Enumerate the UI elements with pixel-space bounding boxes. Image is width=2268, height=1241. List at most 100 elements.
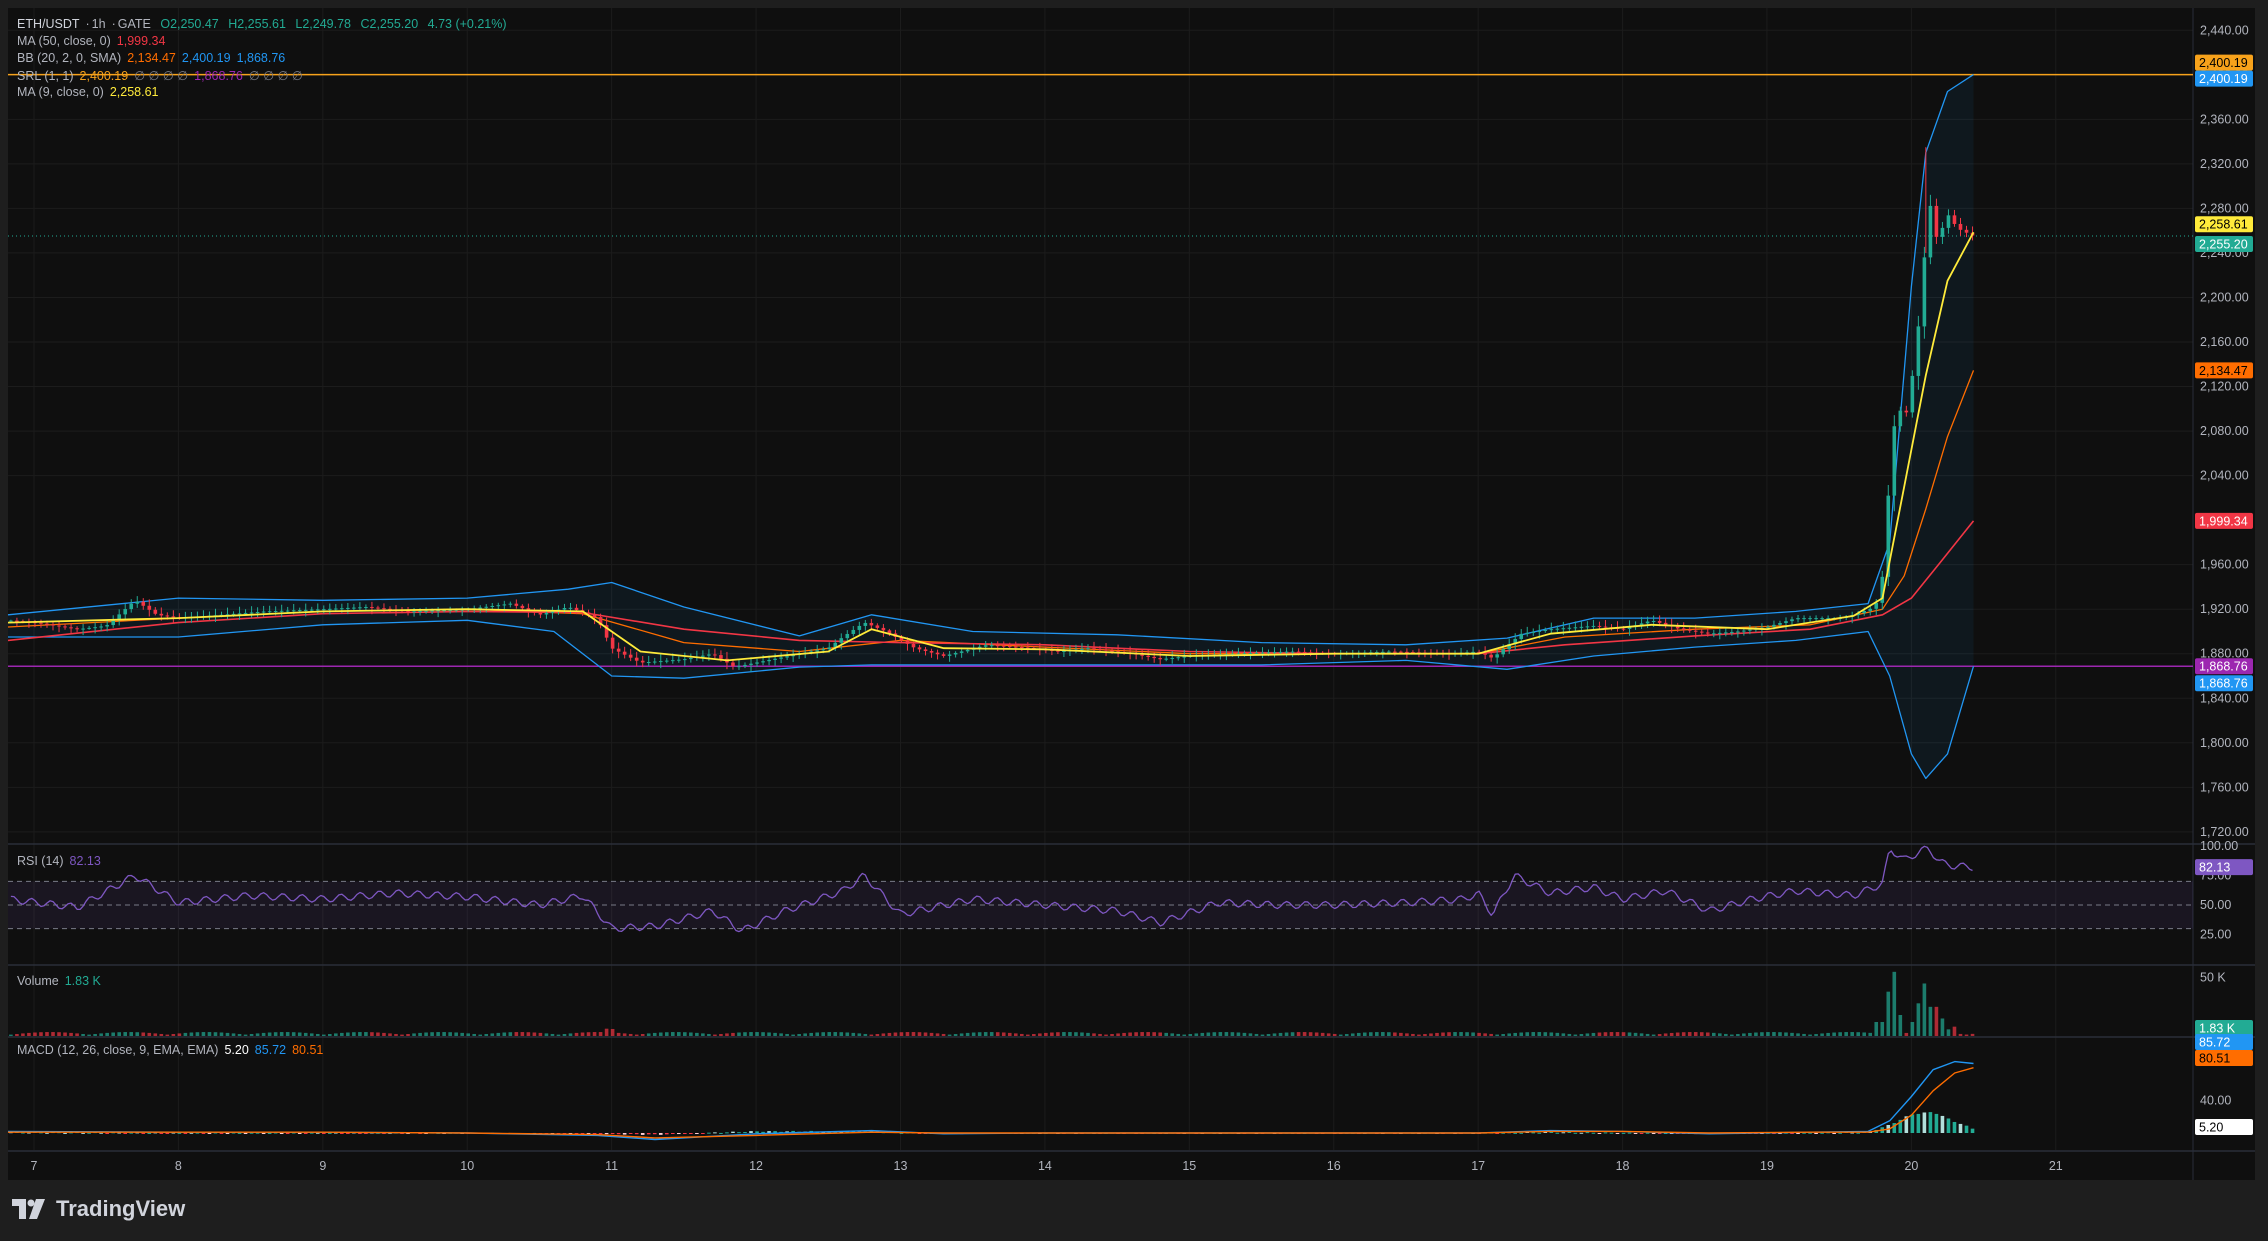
volume-bar	[1056, 1032, 1060, 1036]
volume-bar	[303, 1032, 308, 1036]
volume-bar	[81, 1033, 85, 1036]
volume-bar	[1513, 1032, 1518, 1036]
price-axis-background[interactable]	[2193, 8, 2255, 1180]
candle-body	[592, 614, 597, 618]
candle-body	[1495, 654, 1499, 658]
macd-label: MACD (12, 26, close, 9, EMA, EMA)	[17, 1043, 219, 1057]
candle-body	[45, 623, 49, 625]
macd-histogram-bar	[1814, 1133, 1818, 1134]
macd-histogram-bar	[1615, 1133, 1620, 1134]
symbol-name[interactable]: ETH/USDT	[17, 17, 80, 31]
time-axis-label: 17	[1471, 1159, 1485, 1173]
volume-bar	[171, 1033, 176, 1036]
candle-body	[646, 662, 651, 664]
candle-body	[863, 622, 868, 626]
volume-bar	[1856, 1032, 1860, 1036]
volume-bar	[57, 1032, 61, 1036]
volume-bar	[63, 1032, 67, 1036]
interval[interactable]: 1h	[92, 17, 106, 31]
volume-bar	[725, 1033, 729, 1036]
candle-body	[291, 610, 296, 612]
macd-histogram-bar	[285, 1133, 290, 1134]
volume-bar	[1561, 1033, 1566, 1036]
candle-body	[1958, 223, 1963, 230]
macd-histogram-bar	[646, 1133, 651, 1135]
open-value: O2,250.47	[160, 17, 219, 31]
volume-bar	[1669, 1032, 1674, 1036]
volume-bar	[1212, 1032, 1217, 1036]
tradingview-logo[interactable]: TradingView	[12, 1196, 185, 1222]
volume-bar	[1332, 1033, 1337, 1036]
candle-body	[959, 651, 964, 653]
volume-bar	[273, 1032, 278, 1036]
volume-bar	[394, 1033, 398, 1036]
volume-bar	[1314, 1032, 1319, 1036]
volume-bar	[634, 1034, 639, 1036]
volume-bar	[1922, 983, 1927, 1036]
exchange: GATE	[117, 17, 151, 31]
volume-bar	[1952, 1026, 1957, 1036]
volume-bar	[1164, 1032, 1169, 1036]
candle-body	[267, 611, 272, 613]
macd-histogram-bar	[683, 1133, 687, 1135]
price-axis-label: 2,040.00	[2200, 469, 2249, 483]
macd-histogram-bar	[689, 1133, 693, 1134]
candle-body	[749, 663, 753, 665]
volume-bar	[279, 1032, 284, 1036]
candle-body	[1621, 628, 1626, 630]
volume-bar	[1934, 1006, 1939, 1036]
volume-legend[interactable]: Volume 1.83 K	[17, 974, 107, 988]
volume-bar	[1862, 1032, 1867, 1036]
volume-bar	[315, 1033, 320, 1036]
bb-legend[interactable]: BB (20, 2, 0, SMA) 2,134.47 2,400.19 1,868.…	[17, 51, 291, 65]
volume-bar	[466, 1033, 471, 1036]
macd-histogram-bar	[1627, 1132, 1632, 1134]
chart-canvas[interactable]: 2,440.002,400.002,360.002,320.002,280.00…	[0, 0, 2268, 1241]
macd-histogram-bar	[677, 1133, 681, 1135]
macd-histogram-bar	[63, 1132, 67, 1134]
volume-bar	[412, 1033, 416, 1036]
volume-bar	[604, 1028, 609, 1036]
rsi-value: 82.13	[69, 854, 101, 868]
volume-bar	[1657, 1034, 1662, 1036]
volume-bar	[1044, 1032, 1048, 1036]
macd-histogram-bar	[1970, 1128, 1975, 1133]
trading-chart-window: 2,440.002,400.002,360.002,320.002,280.00…	[0, 0, 2268, 1241]
ma50-legend[interactable]: MA (50, close, 0) 1,999.34	[17, 34, 171, 48]
macd-histogram-bar	[1639, 1133, 1644, 1134]
time-axis-label: 18	[1616, 1159, 1630, 1173]
srl-empty-1: ∅ ∅ ∅ ∅	[134, 69, 189, 83]
time-axis-label: 8	[175, 1159, 182, 1173]
rsi-legend[interactable]: RSI (14) 82.13	[17, 854, 107, 868]
candle-body	[1296, 651, 1301, 653]
volume-bar	[430, 1032, 434, 1036]
volume-bar	[1007, 1032, 1012, 1036]
volume-bar	[670, 1032, 675, 1036]
macd-histogram-bar	[707, 1132, 711, 1134]
volume-bar	[424, 1032, 428, 1036]
candle-body	[929, 651, 934, 653]
volume-bar	[707, 1033, 711, 1036]
volume-bar	[646, 1033, 651, 1036]
macd-histogram-bar	[141, 1133, 146, 1134]
candle-body	[731, 662, 735, 667]
volume-bar	[1074, 1032, 1078, 1036]
candle-body	[303, 609, 308, 611]
volume-bar	[1308, 1032, 1313, 1036]
candle-body	[719, 655, 723, 659]
srl-legend[interactable]: SRL (1, 1) 2,400.19 ∅ ∅ ∅ ∅ 1,868.76 ∅ ∅ ∅ ∅	[17, 68, 309, 83]
volume-bar	[677, 1032, 681, 1036]
volume-bar	[1399, 1032, 1403, 1036]
macd-histogram-bar	[1633, 1133, 1638, 1134]
volume-bar	[941, 1033, 946, 1036]
macd-histogram-bar	[340, 1133, 344, 1134]
candle-body	[1910, 375, 1915, 413]
candle-body	[1381, 651, 1385, 653]
volume-bar	[382, 1032, 386, 1036]
candle-body	[905, 640, 910, 644]
macd-legend[interactable]: MACD (12, 26, close, 9, EMA, EMA) 5.20 85.…	[17, 1043, 329, 1057]
candle-body	[249, 612, 254, 614]
ma9-legend[interactable]: MA (9, close, 0) 2,258.61	[17, 85, 165, 99]
volume-bar	[1441, 1032, 1445, 1036]
candle-body	[568, 607, 573, 609]
